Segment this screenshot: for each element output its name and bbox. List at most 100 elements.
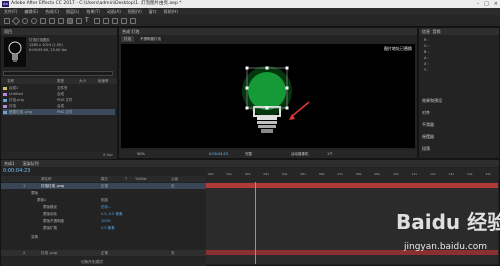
tool-bar: T — [0, 15, 500, 27]
info-y: Y : — [424, 68, 429, 72]
selection-tool-icon[interactable] — [11, 16, 21, 26]
menu-view[interactable]: 视图(V) — [128, 8, 142, 15]
prop-mask-expansion[interactable]: 蒙版扩展 — [43, 226, 57, 231]
close-button[interactable]: × — [494, 0, 498, 8]
clone-stamp-tool-icon[interactable] — [103, 18, 109, 24]
menu-effect[interactable]: 效果(T) — [86, 8, 100, 15]
composition-tab[interactable]: 合成 灯泡 — [119, 28, 417, 35]
timeline-footer[interactable]: 切换开关/模式 — [1, 259, 206, 266]
puppet-tool-icon[interactable] — [130, 18, 136, 24]
prop-mask-path-value[interactable]: 形状... — [101, 205, 111, 210]
time-ruler[interactable]: 00s 01s 02s 03s 04s 05s 06s 07s 08s 09s 10s 11s 12s 1… — [206, 168, 498, 182]
brush-tool-icon[interactable] — [94, 18, 100, 24]
zoom-tool-icon[interactable] — [31, 18, 37, 24]
ruler-tick-label: 04s — [282, 172, 288, 176]
menu-file[interactable]: 文件(F) — [4, 8, 17, 15]
layer-bar[interactable] — [206, 183, 498, 188]
home-tool-icon[interactable] — [4, 18, 10, 24]
project-tab[interactable]: 项目 — [1, 28, 117, 35]
menu-edit[interactable]: 编辑(E) — [24, 8, 38, 15]
ruler-tick-label: 13s — [448, 172, 454, 176]
window-controls: – □ × — [477, 0, 498, 8]
label-color-swatch — [3, 86, 7, 90]
pan-behind-tool-icon[interactable] — [58, 18, 64, 24]
composition-canvas[interactable]: 图片地址已替换 — [121, 44, 415, 148]
camera-dropdown[interactable]: 活动摄像机 — [291, 150, 309, 158]
wiggler-panel[interactable]: 摇摆器 — [422, 134, 434, 140]
paragraph-panel[interactable]: 段落 — [422, 146, 430, 152]
prop-mask-expansion-value[interactable]: 0.0 像素 — [101, 226, 115, 231]
viewer-subtabs: 灯泡 不透明度灯泡 — [121, 36, 161, 42]
views-dropdown[interactable]: 1个 — [327, 150, 333, 158]
smoother-panel[interactable]: 平滑器 — [422, 122, 434, 128]
viewer-footer: 50% 0:00:04:23 完整 活动摄像机 1个 — [119, 150, 417, 158]
prop-mask-opacity[interactable]: 蒙版不透明度 — [43, 219, 64, 224]
comp-subtab[interactable]: 灯泡 — [121, 36, 134, 42]
prop-mask-path[interactable]: 蒙版路径 — [43, 205, 57, 210]
project-search-input[interactable] — [3, 71, 113, 76]
rectangle-tool-icon[interactable] — [67, 18, 73, 24]
project-thumbnail — [4, 37, 26, 67]
info-tab[interactable]: 信息 音频 — [419, 28, 499, 35]
layer-row[interactable]: 1 灯泡灯泡 .png 正常 无 — [1, 183, 206, 189]
project-header: 名称 类型 大小 帧速率 — [1, 78, 117, 84]
prop-mask1[interactable]: 蒙版1 — [37, 198, 46, 203]
resolution-dropdown[interactable]: 完整 — [245, 150, 252, 158]
ruler-tick-label: 11s — [411, 172, 417, 176]
menu-animation[interactable]: 动画(A) — [107, 8, 121, 15]
pen-tool-icon[interactable] — [76, 18, 82, 24]
label-color-swatch — [3, 110, 7, 114]
label-color-swatch — [3, 104, 7, 108]
hand-tool-icon[interactable] — [22, 18, 28, 24]
prop-mask1-mode[interactable]: 相加 — [101, 198, 108, 203]
comp-subtab-2[interactable]: 不透明度灯泡 — [140, 36, 161, 42]
align-panel[interactable]: 对齐 — [422, 110, 430, 116]
baidu-watermark: Baidu 经验 jingyan.baidu.com — [392, 200, 500, 264]
prop-mask-opacity-value[interactable]: 100% — [101, 219, 111, 223]
timeline-column-header: 源名称 模式 T TrkMat 父级 — [1, 176, 206, 182]
ruler-tick-label: 14s — [467, 172, 473, 176]
list-item-selected[interactable]: 遮罩灯泡 .png PNG 文件 — [3, 109, 115, 115]
col-size[interactable]: 大小 — [79, 78, 86, 84]
timeline-current-time[interactable]: 0:00:04:23 — [3, 168, 30, 174]
project-panel: 项目 灯泡灯泡图片 1280 x 1024 (1.00) 0:00:05:00,… — [0, 27, 118, 159]
ruler-tick-label: 03s — [263, 172, 269, 176]
roto-brush-tool-icon[interactable] — [121, 18, 127, 24]
project-footer: 8 bpc — [1, 152, 117, 159]
ruler-tick-label: 10s — [393, 172, 399, 176]
menu-help[interactable]: 帮助(H) — [164, 8, 178, 15]
window-title: Adobe After Effects CC 2017 - C:\Users\a… — [11, 1, 182, 6]
playhead[interactable] — [255, 182, 256, 264]
right-panel: 信息 音频 R : G : B : A : X : Y : 效果和预设 对齐 平… — [418, 27, 500, 159]
menu-composition[interactable]: 合成(C) — [45, 8, 59, 15]
bit-depth[interactable]: 8 bpc — [103, 152, 113, 159]
prop-masks[interactable]: 蒙版 — [31, 191, 38, 196]
menu-layer[interactable]: 图层(L) — [66, 8, 79, 15]
tab-render-queue[interactable]: 渲染队列 — [23, 160, 39, 167]
zoom-dropdown[interactable]: 50% — [137, 150, 145, 158]
effects-presets-panel[interactable]: 效果和预设 — [422, 98, 442, 104]
col-name[interactable]: 名称 — [7, 78, 14, 84]
prop-mask-feather-value[interactable]: 0.0, 0.0 像素 — [101, 212, 122, 217]
ruler-tick-label: 05s — [300, 172, 306, 176]
prop-transform[interactable]: 变换 — [31, 235, 38, 240]
rotate-tool-icon[interactable] — [40, 18, 46, 24]
menu-window[interactable]: 窗口 — [149, 8, 157, 15]
ruler-tick-label: 06s — [319, 172, 325, 176]
col-fps[interactable]: 帧速率 — [98, 78, 109, 84]
ruler-tick-label: 02s — [245, 172, 251, 176]
composition-panel: 合成 灯泡 灯泡 不透明度灯泡 图片地址已替换 50% 0:00:04:23 完… — [118, 27, 418, 159]
tab-comp1[interactable]: 合成1 — [4, 160, 15, 167]
minimize-button[interactable]: – — [477, 0, 480, 8]
maximize-button[interactable]: □ — [484, 0, 489, 8]
info-x: X : — [424, 62, 429, 66]
prop-mask-feather[interactable]: 蒙版羽化 — [43, 212, 57, 217]
camera-tool-icon[interactable] — [49, 18, 55, 24]
eraser-tool-icon[interactable] — [112, 18, 118, 24]
lightbulb-thumbnail-icon — [8, 41, 22, 62]
col-type[interactable]: 类型 — [57, 78, 64, 84]
viewer-timecode[interactable]: 0:00:04:23 — [209, 150, 228, 158]
layer-row[interactable]: 2 灯泡 .png 正常 无 — [1, 250, 206, 256]
type-tool-icon[interactable]: T — [85, 18, 91, 24]
label-color-swatch — [3, 92, 7, 96]
